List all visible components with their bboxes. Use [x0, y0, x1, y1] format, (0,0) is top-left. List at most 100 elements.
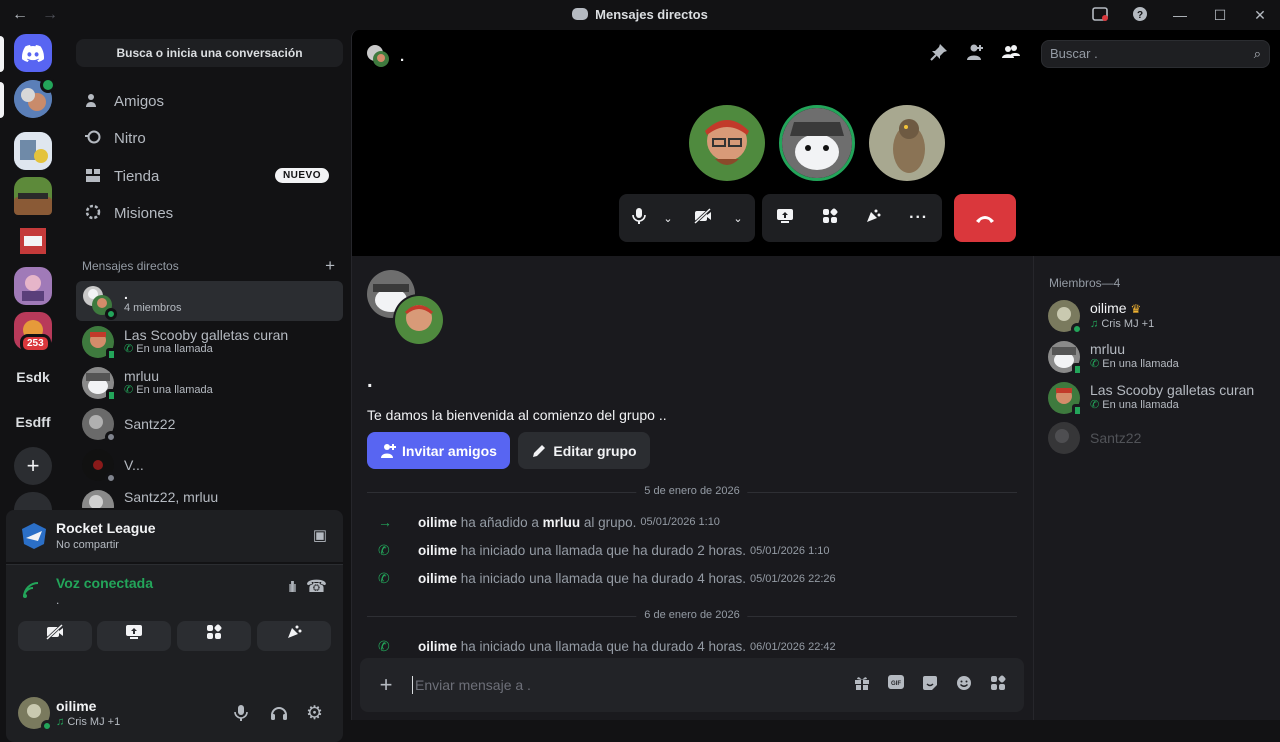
pin-icon[interactable]	[930, 43, 948, 66]
server-esdff[interactable]: Esdff	[14, 403, 52, 441]
microphone-icon[interactable]	[619, 207, 659, 230]
date-divider-label: 5 de enero de 2026	[636, 485, 748, 497]
member-avatar	[1048, 422, 1080, 454]
upload-plus-icon[interactable]: +	[360, 672, 412, 698]
microphone-icon[interactable]	[234, 704, 248, 727]
voice-call-avatar[interactable]	[14, 77, 56, 118]
dm-item-mrluu[interactable]: mrluu ✆ En una llamada	[76, 363, 343, 403]
edit-group-button[interactable]: Editar grupo	[518, 432, 650, 469]
member-item[interactable]: oilime ♛ ♫ Cris MJ +1	[1048, 296, 1273, 336]
call-actions: ···	[762, 194, 942, 242]
screen-share-icon[interactable]	[776, 208, 794, 229]
call-participant-avatar[interactable]	[869, 105, 945, 181]
minimize-icon[interactable]: —	[1160, 7, 1200, 23]
add-member-icon[interactable]	[966, 43, 984, 66]
noise-suppression-icon[interactable]: ıllı	[288, 579, 297, 596]
more-options-icon[interactable]: ···	[909, 209, 928, 227]
maximize-icon[interactable]: ☐	[1200, 7, 1240, 24]
member-sub: Cris MJ +1	[1101, 317, 1155, 330]
dm-item-santz22-mrluu[interactable]: Santz22, mrluu	[76, 486, 343, 508]
soundboard-button[interactable]	[257, 621, 331, 651]
home-button[interactable]	[14, 34, 52, 72]
discover-button[interactable]	[14, 492, 52, 510]
dm-item-scooby[interactable]: Las Scooby galletas curan ✆ En una llama…	[76, 322, 343, 362]
phone-icon: ✆	[378, 570, 390, 586]
chevron-down-icon[interactable]: ⌄	[729, 212, 747, 225]
soundboard-icon[interactable]	[865, 208, 881, 229]
new-badge: NUEVO	[274, 168, 329, 183]
close-icon[interactable]: ✕	[1240, 7, 1280, 24]
dm-sidebar: Busca o inicia una conversación Amigos N…	[6, 30, 351, 742]
help-icon[interactable]: ?	[1120, 6, 1160, 25]
find-conversation-button[interactable]: Busca o inicia una conversación	[76, 39, 343, 67]
nav-quests[interactable]: Misiones	[76, 195, 343, 231]
chat-group-name: .	[367, 370, 373, 392]
search-input[interactable]: Buscar . ⌕	[1041, 40, 1270, 68]
server-icon-5[interactable]: 253	[14, 312, 52, 353]
search-placeholder: Buscar .	[1050, 46, 1098, 61]
friends-icon	[84, 92, 102, 110]
headphones-icon[interactable]	[270, 704, 288, 727]
message-composer: + Enviar mensaje a . GIF	[360, 658, 1024, 712]
chevron-down-icon[interactable]: ⌄	[659, 212, 677, 225]
server-esdk[interactable]: Esdk	[14, 358, 52, 396]
voice-channel[interactable]: .	[56, 593, 59, 607]
message-user[interactable]: oilime	[418, 639, 457, 654]
user-avatar[interactable]	[18, 697, 53, 732]
message-timestamp: 05/01/2026 1:10	[749, 544, 830, 557]
dm-name: mrluu	[124, 368, 160, 384]
apps-icon[interactable]	[990, 675, 1006, 695]
server-icon-4[interactable]	[14, 267, 52, 305]
message-user[interactable]: oilime	[418, 543, 457, 558]
member-item[interactable]: Las Scooby galletas curan ✆ En una llama…	[1048, 378, 1273, 418]
message-text: al grupo.	[580, 514, 637, 530]
add-server-button[interactable]: +	[14, 447, 52, 485]
server-icon-3[interactable]	[14, 222, 52, 260]
svg-text:GIF: GIF	[891, 681, 901, 687]
call-participant-avatar[interactable]	[689, 105, 765, 181]
member-item-offline[interactable]: Santz22	[1048, 418, 1273, 458]
message-user[interactable]: oilime	[418, 515, 457, 530]
invite-friends-button[interactable]: Invitar amigos	[367, 432, 510, 469]
emoji-icon[interactable]	[956, 675, 972, 695]
member-item[interactable]: mrluu ✆ En una llamada	[1048, 337, 1273, 377]
nav-nitro[interactable]: Nitro	[76, 120, 343, 156]
message-input[interactable]: Enviar mensaje a .	[412, 676, 854, 694]
member-list-icon[interactable]	[1002, 43, 1020, 66]
gift-icon[interactable]	[854, 675, 870, 695]
member-avatar	[1048, 382, 1083, 417]
system-message: → oilime ha añadido a mrluu al grupo. 05…	[378, 514, 1018, 530]
disconnect-call-button[interactable]	[954, 194, 1016, 242]
sticker-icon[interactable]	[922, 675, 938, 695]
activities-icon[interactable]	[822, 208, 838, 229]
server-icon-1[interactable]	[14, 132, 52, 170]
dm-item-v[interactable]: V...	[76, 445, 343, 485]
music-icon: ♫	[1090, 317, 1102, 330]
dm-item-santz22[interactable]: Santz22	[76, 404, 343, 444]
message-target[interactable]: mrluu	[543, 515, 581, 530]
disconnect-icon[interactable]: ☎	[306, 577, 327, 597]
call-participant-avatar-speaking[interactable]	[779, 105, 855, 181]
message-user[interactable]: oilime	[418, 571, 457, 586]
stream-icon[interactable]: ▣	[313, 526, 327, 544]
date-divider-label: 6 de enero de 2026	[636, 609, 748, 621]
nav-friends-label: Amigos	[114, 92, 165, 110]
create-dm-icon[interactable]: +	[325, 256, 335, 276]
screen-share-button[interactable]	[97, 621, 171, 651]
camera-off-icon[interactable]	[677, 207, 729, 229]
gif-icon[interactable]: GIF	[888, 675, 904, 695]
nav-shop[interactable]: Tienda NUEVO	[76, 158, 343, 194]
settings-gear-icon[interactable]: ⚙	[306, 702, 323, 725]
message-text: ha añadido a	[457, 514, 543, 530]
activities-button[interactable]	[177, 621, 251, 651]
window-title-text: Mensajes directos	[595, 7, 708, 22]
dm-item-group[interactable]: . 4 miembros	[76, 281, 343, 321]
camera-off-button[interactable]	[18, 621, 92, 651]
member-name: mrluu	[1090, 341, 1126, 357]
minecraft-server-icon[interactable]	[14, 177, 52, 215]
nav-friends[interactable]: Amigos	[76, 83, 343, 119]
activity-game: Rocket League	[56, 520, 156, 536]
edit-group-label: Editar grupo	[553, 442, 637, 459]
nav-shop-label: Tienda	[114, 167, 160, 185]
inbox-icon[interactable]	[1080, 6, 1120, 25]
